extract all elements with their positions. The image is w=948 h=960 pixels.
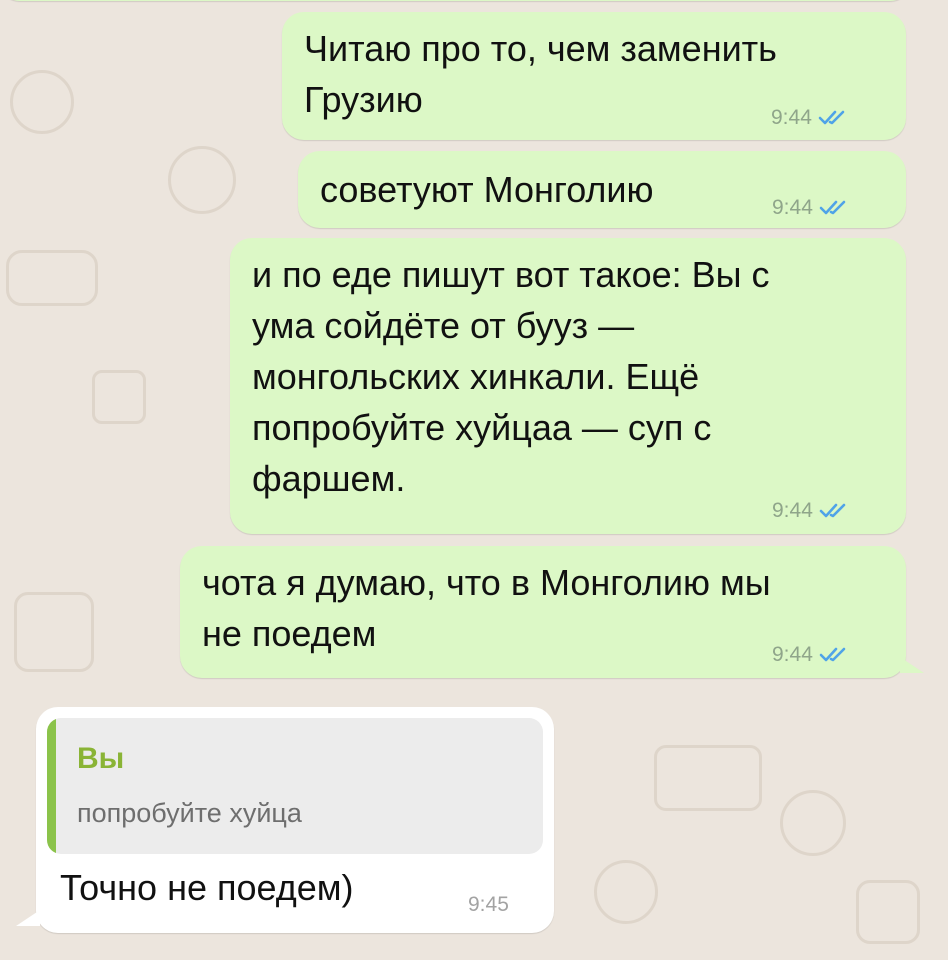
message-tail bbox=[16, 910, 40, 926]
message-meta: 9:44 bbox=[772, 196, 853, 220]
wallpaper-doodle bbox=[594, 860, 658, 924]
message-bubble-outgoing[interactable]: советуют Монголию 9:44 bbox=[298, 151, 906, 228]
message-meta: 9:44 bbox=[772, 499, 853, 523]
message-bubble-outgoing[interactable]: чота я думаю, что в Монголию мы не поеде… bbox=[180, 546, 906, 678]
message-text: и по еде пишут вот такое: Вы с ума сойдё… bbox=[252, 254, 770, 499]
message-text: советуют Монголию bbox=[320, 169, 654, 210]
double-check-icon bbox=[819, 503, 846, 518]
wallpaper-doodle bbox=[780, 790, 846, 856]
message-time: 9:44 bbox=[772, 196, 813, 219]
message-text: Читаю про то, чем заменить Грузию bbox=[304, 28, 777, 120]
message-text: Точно не поедем) bbox=[60, 867, 354, 908]
wallpaper-doodle bbox=[168, 146, 236, 214]
message-time: 9:44 bbox=[772, 643, 813, 666]
wallpaper-doodle bbox=[6, 250, 98, 306]
reply-quote-author: Вы bbox=[77, 742, 125, 775]
reply-quote[interactable]: Вы попробуйте хуйца bbox=[47, 718, 543, 854]
wallpaper-doodle bbox=[654, 745, 762, 811]
message-time: 9:44 bbox=[772, 499, 813, 522]
reply-quote-accent bbox=[47, 718, 56, 854]
message-bubble-outgoing[interactable]: и по еде пишут вот такое: Вы с ума сойдё… bbox=[230, 238, 906, 534]
message-bubble-outgoing[interactable]: Читаю про то, чем заменить Грузию 9:44 bbox=[282, 12, 906, 140]
double-check-icon bbox=[819, 200, 846, 215]
message-text: чота я думаю, что в Монголию мы не поеде… bbox=[202, 562, 771, 654]
wallpaper-doodle bbox=[14, 592, 94, 672]
wallpaper-doodle bbox=[856, 880, 920, 944]
message-time: 9:44 bbox=[771, 106, 812, 129]
message-meta: 9:44 bbox=[771, 106, 852, 130]
double-check-icon bbox=[818, 110, 845, 125]
message-tail bbox=[900, 657, 924, 673]
wallpaper-doodle bbox=[92, 370, 146, 424]
wallpaper-doodle bbox=[10, 70, 74, 134]
reply-quote-text: попробуйте хуйца bbox=[77, 798, 302, 828]
message-bubble-outgoing[interactable] bbox=[0, 0, 910, 1]
double-check-icon bbox=[819, 647, 846, 662]
message-meta: 9:44 bbox=[772, 643, 853, 667]
message-time: 9:45 bbox=[468, 893, 509, 916]
